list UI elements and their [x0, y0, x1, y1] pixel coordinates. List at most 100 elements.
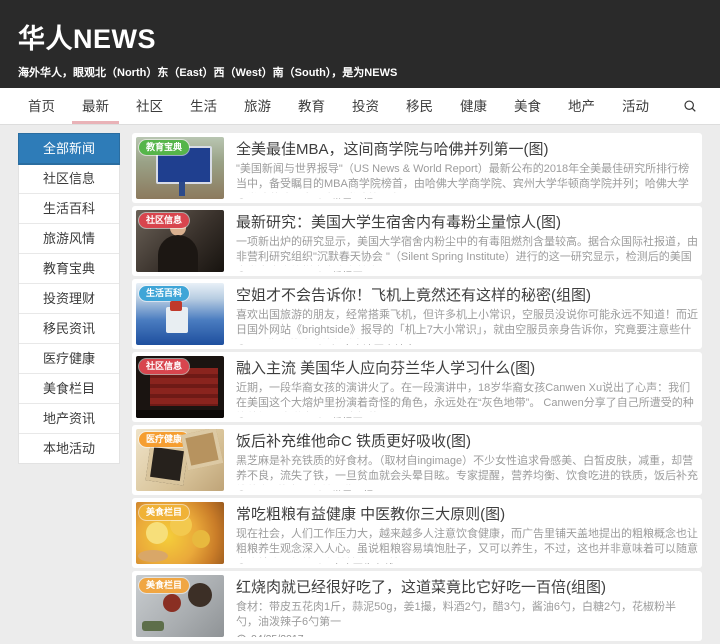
- site-header: 华人NEWS 海外华人，眼观北（North）东（East）西（West）南（So…: [0, 0, 720, 88]
- sidebar-item[interactable]: 移民资讯: [19, 314, 119, 344]
- site-title: 华人NEWS: [18, 24, 156, 54]
- sidebar-item[interactable]: 教育宝典: [19, 254, 119, 284]
- news-source: 旧金山湾区房地产: [332, 342, 416, 345]
- sidebar-item[interactable]: 社区信息: [19, 164, 119, 194]
- category-badge: 生活百科: [139, 286, 190, 301]
- news-description: 一项新出炉的研究显示，美国大学宿舍内粉尘中的有毒阻燃剂含量较高。据合众国际社报道…: [236, 236, 698, 264]
- news-thumbnail[interactable]: 生活百科: [136, 283, 224, 345]
- news-title[interactable]: 红烧肉就已经很好吃了，这道菜竟比它好吃一百倍(组图): [236, 576, 698, 597]
- news-thumbnail[interactable]: 医疗健康: [136, 429, 224, 491]
- nav-items: 首页 最新 社区 生活 旅游 教育 投资 移民 健康 美食 地产 活动: [18, 88, 666, 124]
- news-text-block: 空姐才不会告诉你！飞机上竟然还有这样的秘密(组图) 喜欢出国旅游的朋友，经常搭乘…: [236, 283, 698, 345]
- nav-item[interactable]: 健康: [450, 88, 497, 124]
- news-thumbnail[interactable]: 教育宝典: [136, 137, 224, 199]
- clock-icon: [236, 563, 247, 564]
- news-meta: 04/25/2017 旧金山湾区房地产: [236, 342, 698, 345]
- news-source: 侨报网: [332, 269, 364, 272]
- clock-icon: [236, 417, 247, 418]
- sidebar-item[interactable]: 全部新闻: [18, 133, 120, 165]
- news-title[interactable]: 最新研究：美国大学生宿舍内有毒粉尘量惊人(图): [236, 211, 698, 232]
- content-area: 全部新闻 社区信息 生活百科 旅游风情 教育宝典 投资理财 移民资讯 医疗健康 美食栏目 地产资讯…: [0, 125, 720, 644]
- news-date: 04/25/2017: [251, 271, 304, 273]
- category-badge: 社区信息: [139, 213, 190, 228]
- news-text-block: 饭后补充维他命C 铁质更好吸收(图) 黑芝麻是补充铁质的好食材。（取材自ingi…: [236, 429, 698, 491]
- nav-item[interactable]: 首页: [18, 88, 65, 124]
- news-title[interactable]: 融入主流 美国华人应向芬兰华人学习什么(图): [236, 357, 698, 378]
- clock-icon: [236, 634, 247, 637]
- news-date: 04/25/2017: [251, 344, 304, 346]
- news-text-block: 全美最佳MBA，这间商学院与哈佛并列第一(图) "美国新闻与世界报导"（US N…: [236, 137, 698, 199]
- news-date: 04/25/2017: [251, 633, 304, 637]
- news-card[interactable]: 美食栏目 常吃粗粮有益健康 中医教你三大原则(图) 现在社会，人们工作压力大，越…: [132, 498, 702, 568]
- nav-item[interactable]: 活动: [612, 88, 659, 124]
- news-description: 黑芝麻是补充铁质的好食材。（取材自ingimage）不少女性追求骨感美、白皙皮肤…: [236, 455, 698, 483]
- news-thumbnail[interactable]: 美食栏目: [136, 502, 224, 564]
- news-card[interactable]: 社区信息 最新研究：美国大学生宿舍内有毒粉尘量惊人(图) 一项新出炉的研究显示，…: [132, 206, 702, 276]
- news-card[interactable]: 美食栏目 红烧肉就已经很好吃了，这道菜竟比它好吃一百倍(组图) 食材：带皮五花肉…: [132, 571, 702, 641]
- source-flag-icon: [318, 271, 328, 272]
- news-source-wrap: 侨报网: [318, 269, 364, 272]
- search-icon: [684, 100, 696, 112]
- category-badge: 美食栏目: [139, 505, 190, 520]
- category-badge: 美食栏目: [139, 578, 190, 593]
- sidebar-item[interactable]: 医疗健康: [19, 344, 119, 374]
- news-card[interactable]: 教育宝典 全美最佳MBA，这间商学院与哈佛并列第一(图) "美国新闻与世界报导"…: [132, 133, 702, 203]
- clock-icon: [236, 490, 247, 491]
- news-source: 世界日报: [332, 488, 374, 491]
- source-flag-icon: [318, 344, 328, 345]
- news-list: 教育宝典 全美最佳MBA，这间商学院与哈佛并列第一(图) "美国新闻与世界报导"…: [132, 133, 702, 644]
- source-flag-icon: [318, 563, 328, 564]
- news-card[interactable]: 生活百科 空姐才不会告诉你！飞机上竟然还有这样的秘密(组图) 喜欢出国旅游的朋友…: [132, 279, 702, 349]
- nav-item[interactable]: 社区: [126, 88, 173, 124]
- clock-icon: [236, 271, 247, 272]
- news-meta: 04/25/2017: [236, 633, 698, 637]
- news-card[interactable]: 医疗健康 饭后补充维他命C 铁质更好吸收(图) 黑芝麻是补充铁质的好食材。（取材…: [132, 425, 702, 495]
- news-thumbnail[interactable]: 美食栏目: [136, 575, 224, 637]
- news-meta: 04/25/2017 侨报网: [236, 415, 698, 418]
- nav-item[interactable]: 投资: [342, 88, 389, 124]
- nav-item[interactable]: 美食: [504, 88, 551, 124]
- nav-item[interactable]: 教育: [288, 88, 335, 124]
- search-button[interactable]: [678, 88, 702, 124]
- sidebar-item[interactable]: 地产资讯: [19, 404, 119, 434]
- sidebar-item[interactable]: 投资理财: [19, 284, 119, 314]
- news-title[interactable]: 饭后补充维他命C 铁质更好吸收(图): [236, 430, 698, 451]
- news-source: 侨报网: [332, 415, 364, 418]
- news-date: 04/25/2017: [251, 417, 304, 419]
- sidebar-item[interactable]: 美食栏目: [19, 374, 119, 404]
- news-meta: 04/25/2017 家庭医生在线: [236, 561, 698, 564]
- news-thumbnail[interactable]: 社区信息: [136, 210, 224, 272]
- news-text-block: 红烧肉就已经很好吃了，这道菜竟比它好吃一百倍(组图) 食材：带皮五花肉1斤，蒜泥…: [236, 575, 698, 637]
- news-title[interactable]: 空姐才不会告诉你！飞机上竟然还有这样的秘密(组图): [236, 284, 698, 305]
- news-date: 04/25/2017: [251, 490, 304, 492]
- nav-item[interactable]: 地产: [558, 88, 605, 124]
- news-source: 家庭医生在线: [332, 561, 395, 564]
- source-flag-icon: [318, 490, 328, 491]
- news-source-wrap: 家庭医生在线: [318, 561, 395, 564]
- news-thumbnail[interactable]: 社区信息: [136, 356, 224, 418]
- news-source-wrap: 世界日报: [318, 196, 374, 199]
- news-text-block: 融入主流 美国华人应向芬兰华人学习什么(图) 近期，一段华裔女孩的演讲火了。在一…: [236, 356, 698, 418]
- news-description: 近期，一段华裔女孩的演讲火了。在一段演讲中，18岁华裔女孩Canwen Xu说出…: [236, 382, 694, 410]
- news-description: 现在社会，人们工作压力大，越来越多人注意饮食健康，而广告里铺天盖地提出的粗粮概念…: [236, 528, 698, 556]
- sidebar: 全部新闻 社区信息 生活百科 旅游风情 教育宝典 投资理财 移民资讯 医疗健康 美食栏目 地产资讯…: [18, 133, 120, 464]
- news-text-block: 常吃粗粮有益健康 中医教你三大原则(图) 现在社会，人们工作压力大，越来越多人注…: [236, 502, 698, 564]
- sidebar-item[interactable]: 生活百科: [19, 194, 119, 224]
- nav-item[interactable]: 最新: [72, 88, 119, 124]
- source-flag-icon: [318, 198, 328, 199]
- news-source-wrap: 侨报网: [318, 415, 364, 418]
- news-title[interactable]: 常吃粗粮有益健康 中医教你三大原则(图): [236, 503, 698, 524]
- news-date: 04/25/2017: [251, 198, 304, 200]
- news-text-block: 最新研究：美国大学生宿舍内有毒粉尘量惊人(图) 一项新出炉的研究显示，美国大学宿…: [236, 210, 698, 272]
- news-source: 世界日报: [332, 196, 374, 199]
- nav-item[interactable]: 移民: [396, 88, 443, 124]
- nav-item[interactable]: 旅游: [234, 88, 281, 124]
- news-card[interactable]: 社区信息 融入主流 美国华人应向芬兰华人学习什么(图) 近期，一段华裔女孩的演讲…: [132, 352, 702, 422]
- clock-icon: [236, 198, 247, 199]
- sidebar-item[interactable]: 旅游风情: [19, 224, 119, 254]
- news-title[interactable]: 全美最佳MBA，这间商学院与哈佛并列第一(图): [236, 138, 698, 159]
- news-description: 食材：带皮五花肉1斤，蒜泥50g，姜1撮，料酒2勺，醋3勺，酱油6勺，白糖2勺，…: [236, 601, 677, 629]
- main-nav: 首页 最新 社区 生活 旅游 教育 投资 移民 健康 美食 地产 活动: [0, 88, 720, 125]
- nav-item[interactable]: 生活: [180, 88, 227, 124]
- sidebar-item[interactable]: 本地活动: [19, 434, 119, 463]
